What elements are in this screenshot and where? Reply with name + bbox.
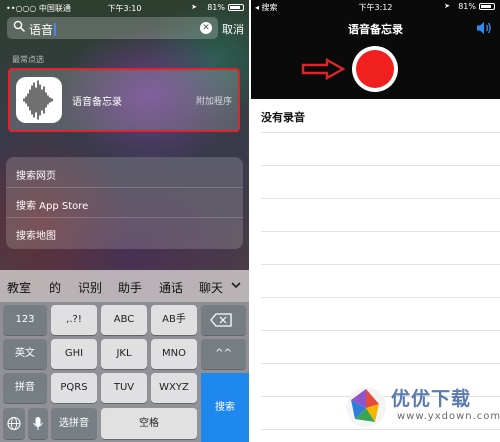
list-separator: [261, 132, 500, 133]
site-watermark: 优优下载 www.yxdown.com: [345, 382, 500, 434]
key-def[interactable]: AB手: [151, 305, 197, 335]
watermark-url: www.yxdown.com: [397, 411, 500, 422]
backspace-icon: [210, 313, 232, 327]
candidate-word[interactable]: 教室: [7, 279, 31, 296]
section-title: 最常点选: [12, 55, 44, 64]
pointer-arrow-icon: [301, 58, 345, 80]
key-abc[interactable]: ABC: [101, 305, 147, 335]
battery-percent: 81%: [207, 3, 225, 12]
watermark-logo-icon: [346, 387, 386, 427]
key-english[interactable]: 英文: [3, 339, 47, 369]
record-dot: [356, 50, 394, 88]
delete-key[interactable]: [201, 305, 246, 335]
empty-recordings-message: 没有录音: [261, 111, 305, 124]
battery-icon: [228, 4, 244, 11]
key-punctuation[interactable]: ,.?!: [51, 305, 97, 335]
battery-icon: [479, 3, 495, 10]
spotlight-search-screen: ••○○○ 中国联通 下午3:10 ➤ 81% 语音 ✕ 取消 最常点选 语音备…: [0, 0, 249, 442]
key-123[interactable]: 123: [3, 305, 47, 335]
speaker-icon[interactable]: [476, 20, 494, 36]
list-separator: [261, 198, 500, 199]
candidate-word[interactable]: 通话: [159, 279, 183, 296]
cancel-button[interactable]: 取消: [222, 21, 244, 37]
location-icon: ➤: [191, 3, 197, 11]
microphone-key[interactable]: [28, 408, 48, 439]
key-pqrs[interactable]: PQRS: [51, 373, 97, 403]
candidate-word[interactable]: 助手: [118, 279, 142, 296]
key-tuv[interactable]: TUV: [101, 373, 147, 403]
candidate-word[interactable]: 的: [49, 279, 61, 296]
key-emoticon[interactable]: ^^: [201, 339, 246, 369]
search-query[interactable]: 语音: [29, 21, 56, 38]
recorder-header: ◂ 搜索 下午3:12 ➤ 81% 语音备忘录: [251, 0, 500, 99]
voice-memos-screen: ◂ 搜索 下午3:12 ➤ 81% 语音备忘录 没有录音: [251, 0, 500, 442]
battery-percent: 81%: [458, 2, 476, 11]
list-separator: [261, 330, 500, 331]
search-icon: [13, 20, 25, 32]
list-separator: [261, 264, 500, 265]
list-separator: [261, 297, 500, 298]
key-pinyin[interactable]: 拼音: [3, 373, 47, 403]
key-jkl[interactable]: JKL: [101, 339, 147, 369]
divider: [6, 187, 243, 188]
search-app-store-item[interactable]: 搜索 App Store: [16, 197, 238, 212]
divider: [6, 217, 243, 218]
text-caret: [54, 23, 56, 36]
globe-key[interactable]: [3, 408, 25, 439]
candidate-word[interactable]: 聊天: [199, 279, 223, 296]
candidate-word[interactable]: 识别: [78, 279, 102, 296]
list-separator: [261, 231, 500, 232]
key-select-pinyin[interactable]: 选拼音: [51, 408, 97, 439]
search-key[interactable]: 搜索: [201, 373, 249, 442]
watermark-brand: 优优下载: [391, 388, 472, 410]
pinyin-keyboard: 123 ,.?! ABC AB手 英文 GHI JKL MNO ^^ 拼音 PQ…: [0, 302, 249, 442]
microphone-icon: [33, 417, 43, 430]
chevron-down-icon[interactable]: [229, 278, 243, 292]
record-button[interactable]: [352, 46, 398, 92]
list-separator: [261, 363, 500, 364]
app-name: 语音备忘录: [72, 97, 122, 108]
location-icon: ➤: [444, 2, 450, 10]
search-web-item[interactable]: 搜索网页: [16, 167, 238, 182]
search-maps-item[interactable]: 搜索地图: [16, 227, 238, 242]
key-mno[interactable]: MNO: [151, 339, 197, 369]
search-field[interactable]: 语音 ✕: [7, 17, 218, 39]
search-suggestions: 搜索网页 搜索 App Store 搜索地图: [6, 157, 243, 249]
voice-memos-app-icon: [16, 77, 62, 123]
key-ghi[interactable]: GHI: [51, 339, 97, 369]
space-key[interactable]: 空格: [101, 408, 197, 439]
key-wxyz[interactable]: WXYZ: [151, 373, 197, 403]
app-tag: 附加程序: [195, 97, 232, 107]
list-separator: [261, 165, 500, 166]
clear-icon[interactable]: ✕: [200, 22, 212, 34]
globe-icon: [7, 416, 21, 431]
top-hit-result[interactable]: 语音备忘录 附加程序: [8, 68, 240, 132]
status-bar: ••○○○ 中国联通 下午3:10 ➤ 81%: [0, 0, 249, 16]
page-title: 语音备忘录: [348, 23, 403, 36]
candidate-bar: 教室 的 识别 助手 通话 聊天: [0, 270, 249, 302]
status-bar: ◂ 搜索 下午3:12 ➤ 81%: [251, 0, 500, 14]
